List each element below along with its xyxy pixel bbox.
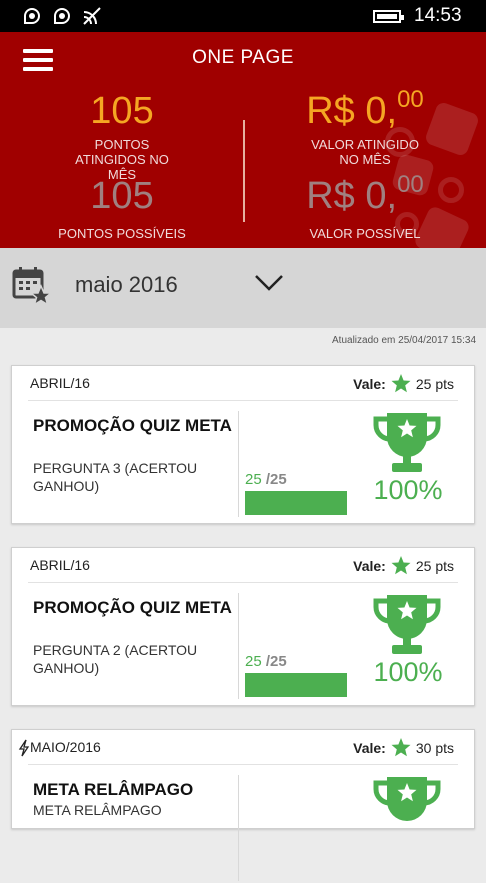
task-card[interactable]: MAIO/2016 Vale: 30 pts META RELÂMPAGO ME… <box>11 729 475 881</box>
value-achieved-amount: R$ 0,00 <box>270 86 460 133</box>
score-achieved: 25 <box>245 471 262 488</box>
progress-percent: 100% <box>373 475 443 505</box>
status-bar: 14:53 <box>0 0 486 32</box>
vale-label: Vale: <box>353 375 386 392</box>
card-header: MAIO/2016 Vale: 30 pts <box>28 730 458 765</box>
card-date: ABRIL/16 <box>30 375 90 391</box>
value-achieved-integer: R$ 0, <box>306 90 398 132</box>
card-subtitle: PERGUNTA 3 (ACERTOU GANHOU) <box>33 460 198 494</box>
points-possible-value: 105 <box>90 175 154 217</box>
chevron-down-icon[interactable] <box>254 274 284 292</box>
points-value: 30 pts <box>415 739 454 756</box>
task-card[interactable]: ABRIL/16 Vale: 25 pts PROMOÇÃO QUIZ META… <box>11 365 475 524</box>
score: 25 /25 <box>245 471 287 488</box>
card-subtitle: PERGUNTA 2 (ACERTOU GANHOU) <box>33 642 198 676</box>
card-header: ABRIL/16 Vale: 25 pts <box>28 548 458 583</box>
card-divider <box>238 593 239 699</box>
value-achieved: R$ 0,00 VALOR ATINGIDO NO MÊS <box>270 86 460 167</box>
points-possible-label: PONTOS POSSÍVEIS <box>58 226 186 241</box>
vale-label: Vale: <box>353 557 386 574</box>
task-card[interactable]: ABRIL/16 Vale: 25 pts PROMOÇÃO QUIZ META… <box>11 547 475 706</box>
notification-icons <box>22 6 102 26</box>
card-divider <box>238 775 239 881</box>
card-header: ABRIL/16 Vale: 25 pts <box>28 366 458 401</box>
card-title: PROMOÇÃO QUIZ META <box>33 416 232 435</box>
card-date: MAIO/2016 <box>30 739 101 755</box>
value-achieved-cents: 00 <box>397 86 424 113</box>
progress-fill <box>245 491 347 515</box>
card-date: ABRIL/16 <box>30 557 90 573</box>
notification-icon <box>24 8 40 24</box>
trophy-icon <box>373 413 441 472</box>
value-possible-label: VALOR POSSÍVEL <box>309 226 421 241</box>
updated-timestamp: Atualizado em 25/04/2017 15:34 <box>332 335 476 346</box>
card-subtitle: META RELÂMPAGO <box>33 802 162 818</box>
score: 25 /25 <box>245 653 287 670</box>
card-title: META RELÂMPAGO <box>33 780 194 799</box>
progress-percent: 100% <box>373 657 443 687</box>
value-possible: R$ 0,00 VALOR POSSÍVEL <box>270 171 460 241</box>
battery-icon <box>373 10 404 23</box>
wifi-icon <box>83 7 101 25</box>
calendar-star-icon <box>12 267 52 306</box>
points-achieved: 105 PONTOS ATINGIDOS NO MÊS <box>42 90 202 182</box>
month-selector[interactable]: maio 2016 <box>0 248 486 328</box>
card-divider <box>238 411 239 517</box>
points-possible: 105 PONTOS POSSÍVEIS <box>42 175 202 241</box>
card-body: PROMOÇÃO QUIZ META PERGUNTA 3 (ACERTOU G… <box>12 401 474 519</box>
notification-icon <box>54 8 70 24</box>
status-time: 14:53 <box>414 5 462 26</box>
trophy-icon <box>373 777 441 821</box>
month-value: maio 2016 <box>75 272 178 297</box>
value-possible-integer: R$ 0, <box>306 175 398 217</box>
star-icon <box>391 374 411 393</box>
points-value: 25 pts <box>415 375 454 392</box>
value-possible-cents: 00 <box>397 171 424 198</box>
page-title: ONE PAGE <box>192 47 294 68</box>
star-icon <box>391 738 411 757</box>
card-body: META RELÂMPAGO META RELÂMPAGO <box>12 765 474 883</box>
progress-bar <box>245 673 347 697</box>
card-body: PROMOÇÃO QUIZ META PERGUNTA 2 (ACERTOU G… <box>12 583 474 701</box>
card-title: PROMOÇÃO QUIZ META <box>33 598 232 617</box>
score-total: /25 <box>265 471 287 488</box>
progress-fill <box>245 673 347 697</box>
star-icon <box>391 556 411 575</box>
card-value: Vale: 25 pts <box>353 556 454 575</box>
header-divider <box>243 120 245 222</box>
card-value: Vale: 30 pts <box>353 738 454 757</box>
score-achieved: 25 <box>245 653 262 670</box>
card-value: Vale: 25 pts <box>353 374 454 393</box>
value-achieved-label: VALOR ATINGIDO NO MÊS <box>311 137 419 167</box>
points-achieved-value: 105 <box>90 90 154 132</box>
progress-bar <box>245 491 347 515</box>
trophy-icon <box>373 595 441 654</box>
value-possible-amount: R$ 0,00 <box>270 171 460 218</box>
points-value: 25 pts <box>415 557 454 574</box>
score-total: /25 <box>265 653 287 670</box>
vale-label: Vale: <box>353 739 386 756</box>
summary-header: ONE PAGE 105 PONTOS ATINGIDOS NO MÊS 105… <box>0 32 486 248</box>
